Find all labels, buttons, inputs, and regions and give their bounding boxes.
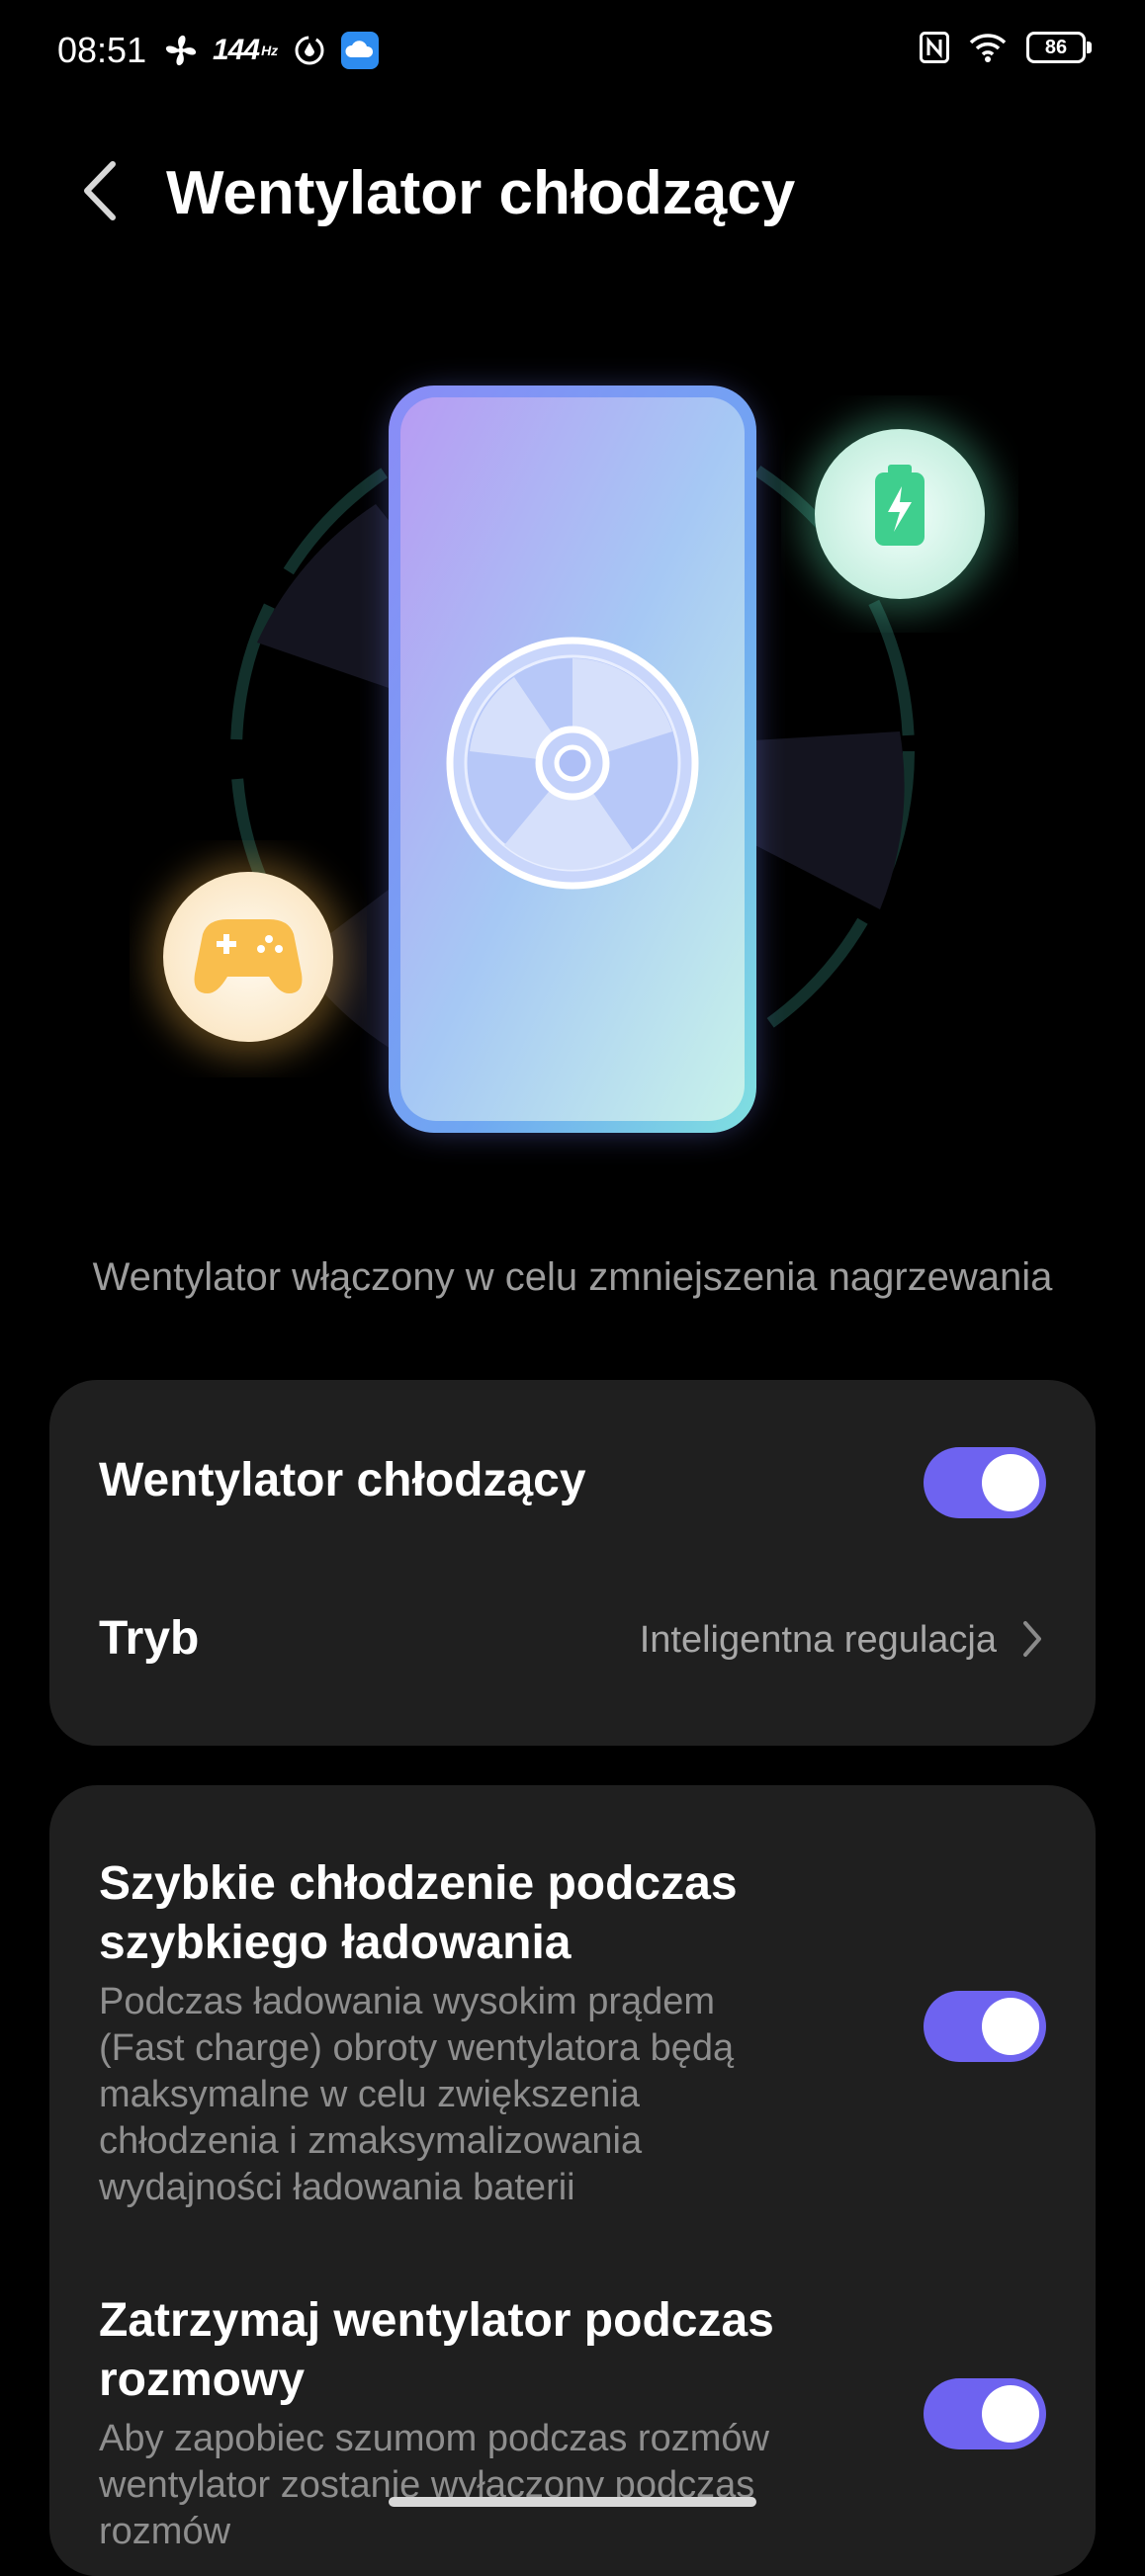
option-title: Zatrzymaj wentylator podczas rozmowy [99, 2294, 774, 2406]
fan-disc-icon [446, 637, 699, 890]
status-subtitle: Wentylator włączony w celu zmniejszenia … [92, 1255, 1053, 1299]
option-description: Podczas ładowania wysokim prądem (Fast c… [99, 1981, 735, 2208]
fan-settings-card: Wentylator chłodzący Tryb Inteligentna r… [49, 1380, 1096, 1746]
gamepad-bubble-icon [163, 872, 333, 1042]
option-stop-fan-during-call: Zatrzymaj wentylator podczas rozmowy Aby… [49, 2210, 1096, 2576]
wifi-icon [969, 32, 1007, 63]
fan-icon [163, 33, 199, 68]
data-saver-icon [292, 33, 327, 68]
battery-level: 86 [1044, 36, 1068, 58]
option-fast-charge-cooling: Szybkie chłodzenie podczas szybkiego ład… [49, 1785, 1096, 2210]
mode-label: Tryb [99, 1612, 200, 1665]
mode-value: Inteligentna regulacja [639, 1619, 997, 1661]
refresh-rate-icon: 144 Hz [213, 34, 278, 67]
mode-row[interactable]: Tryb Inteligentna regulacja [49, 1568, 1096, 1716]
option-title: Szybkie chłodzenie podczas szybkiego ład… [99, 1857, 738, 1969]
fan-toggle-label: Wentylator chłodzący [99, 1454, 586, 1506]
status-right-icons: 86 [920, 32, 1092, 63]
option-description: Aby zapobiec szumom podczas rozmów wenty… [99, 2418, 769, 2552]
cooling-fan-illustration [0, 356, 1145, 1176]
home-indicator[interactable] [389, 2497, 756, 2507]
fan-toggle-switch[interactable] [924, 1447, 1046, 1518]
stop-fan-during-call-toggle[interactable] [924, 2378, 1046, 2449]
refresh-rate-unit: Hz [261, 43, 279, 58]
back-button[interactable] [69, 156, 129, 225]
page-title: Wentylator chłodzący [166, 159, 796, 227]
fast-charge-cooling-toggle[interactable] [924, 1991, 1046, 2062]
toggle-knob [982, 2385, 1039, 2443]
header: Wentylator chłodzący [0, 138, 1145, 247]
status-time: 08:51 [57, 30, 147, 70]
refresh-rate-value: 144 [213, 34, 260, 66]
cloud-icon [341, 32, 380, 69]
chevron-left-icon [84, 161, 116, 220]
chevron-right-icon [1013, 1615, 1052, 1663]
status-left-icons: 144 Hz [163, 32, 380, 69]
battery-icon: 86 [1026, 32, 1092, 63]
battery-charging-bubble-icon [815, 429, 985, 599]
fan-options-card: Szybkie chłodzenie podczas szybkiego ład… [49, 1785, 1096, 2576]
status-bar: 08:51 144 Hz 86 [0, 0, 1145, 109]
nfc-icon [920, 32, 949, 63]
toggle-knob [982, 1454, 1039, 1511]
toggle-knob [982, 1998, 1039, 2055]
